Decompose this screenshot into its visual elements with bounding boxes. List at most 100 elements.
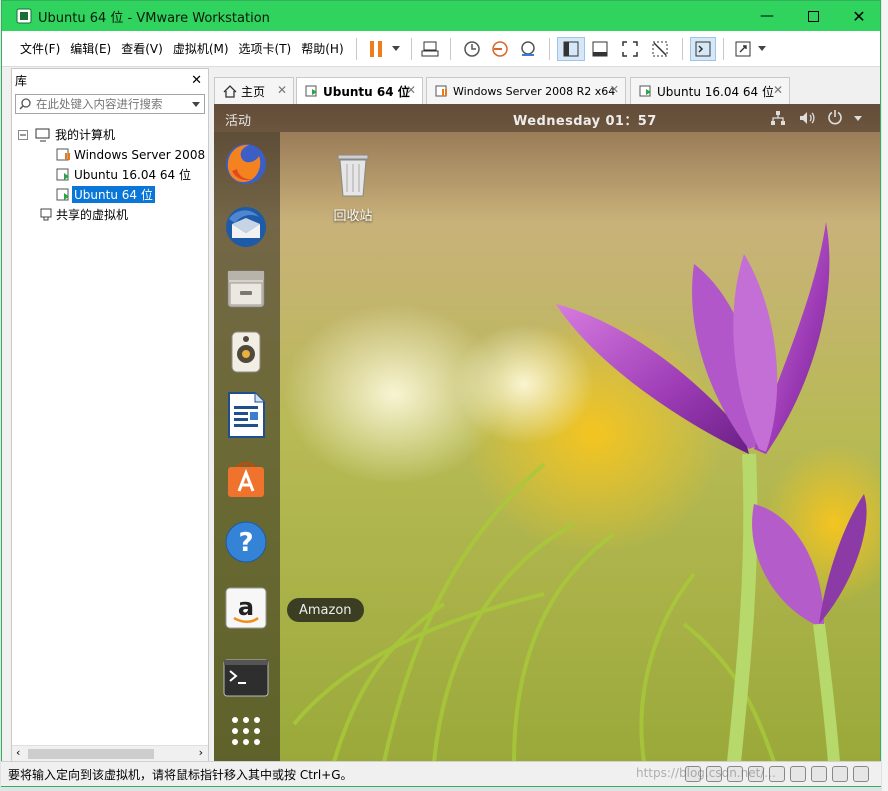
guest-display[interactable]: 活动 Wednesday 01：57 ? a Amazon 回收站 (214, 104, 880, 762)
close-button[interactable]: ✕ (836, 1, 882, 31)
maximize-button[interactable] (790, 1, 836, 31)
power-dropdown[interactable] (388, 37, 404, 61)
dock-terminal[interactable] (222, 654, 270, 702)
power-icon[interactable] (827, 109, 843, 125)
vmware-window: Ubuntu 64 位 - VMware Workstation — ✕ 文件(… (1, 0, 881, 787)
tree-label: Ubuntu 64 位 (72, 186, 155, 203)
dock-rhythmbox[interactable] (222, 328, 270, 376)
dock-writer[interactable] (222, 391, 270, 439)
software-center-icon (228, 462, 264, 497)
desktop-trash[interactable]: 回收站 (318, 149, 388, 224)
tab-ubuntu-1604[interactable]: Ubuntu 16.04 64 位 ✕ (630, 77, 790, 104)
trash-icon (337, 154, 369, 197)
menu-help[interactable]: 帮助(H) (296, 40, 348, 57)
tree-vm-windows-server[interactable]: Windows Server 2008 (56, 145, 207, 164)
library-header: 库 ✕ (12, 69, 208, 91)
console-view-button[interactable] (689, 36, 716, 61)
tab-windows-server[interactable]: Windows Server 2008 R2 x64 ✕ (426, 77, 626, 104)
activities-button[interactable]: 活动 (225, 110, 251, 129)
search-dropdown-icon[interactable] (192, 101, 200, 107)
snapshot-manager-button[interactable] (514, 37, 542, 61)
message-log-icon[interactable] (853, 766, 869, 782)
unity-button[interactable] (645, 37, 675, 61)
volume-icon[interactable] (798, 110, 816, 126)
clock[interactable]: Wednesday 01：57 (513, 110, 657, 129)
dock-firefox[interactable] (222, 140, 270, 188)
library-horizontal-scrollbar[interactable]: ‹ › (12, 745, 208, 761)
close-tab-icon[interactable]: ✕ (277, 83, 287, 97)
pause-button[interactable] (364, 37, 388, 61)
printer-icon[interactable] (811, 766, 827, 782)
dock-thunderbird[interactable] (222, 203, 270, 251)
toolbar-separator (355, 37, 357, 60)
show-library-button[interactable] (556, 36, 585, 61)
full-screen-button[interactable] (615, 37, 645, 61)
menu-vm[interactable]: 虚拟机(M) (168, 40, 234, 57)
tab-label: Ubuntu 16.04 64 位 (657, 84, 774, 99)
vm-icon (56, 168, 69, 180)
tab-home[interactable]: 主页 ✕ (214, 77, 294, 104)
dock-software-center[interactable] (222, 454, 270, 502)
system-menu-chevron-icon[interactable] (854, 116, 862, 121)
snapshot-manager-icon (520, 40, 535, 56)
computer-icon (35, 128, 50, 141)
toolbar-separator (449, 37, 451, 60)
dock-show-applications[interactable] (222, 707, 270, 755)
sound-card-icon[interactable] (790, 766, 806, 782)
thumbnail-bar-button[interactable] (585, 37, 615, 61)
menu-view[interactable]: 查看(V) (116, 40, 168, 57)
dock-amazon[interactable]: a (222, 584, 270, 632)
home-icon (223, 84, 237, 98)
window-title: Ubuntu 64 位 - VMware Workstation (38, 10, 270, 26)
tree-vm-ubuntu-64[interactable]: Ubuntu 64 位 (56, 185, 155, 204)
dock-tooltip: Amazon (287, 598, 364, 622)
menu-tabs[interactable]: 选项卡(T) (234, 40, 297, 57)
ubuntu-dock: ? a (214, 132, 280, 762)
toolbar-separator (548, 37, 550, 60)
tree-shared-vms[interactable]: 共享的虚拟机 (38, 205, 130, 224)
tree-label: 我的计算机 (55, 128, 116, 142)
stretch-guest-button[interactable] (731, 37, 755, 61)
dock-files[interactable] (222, 265, 270, 313)
shared-vm-icon (40, 208, 52, 220)
vm-tab-bar: 主页 ✕ Ubuntu 64 位 ✕ Windows Server 2008 R… (214, 74, 880, 104)
thunderbird-icon (226, 207, 266, 247)
library-close-icon[interactable]: ✕ (191, 73, 202, 88)
desktop-wallpaper (214, 104, 880, 762)
pause-icon (369, 40, 382, 57)
stretch-dropdown[interactable] (755, 37, 769, 61)
menu-file[interactable]: 文件(F) (15, 40, 65, 57)
network-icon[interactable] (770, 110, 786, 126)
send-ctrl-alt-del-button[interactable] (419, 37, 443, 61)
dock-help[interactable]: ? (222, 518, 270, 566)
amazon-icon: a (225, 587, 267, 629)
app-grid-icon (232, 717, 260, 745)
rhythmbox-icon (231, 331, 261, 373)
menu-edit[interactable]: 编辑(E) (65, 40, 116, 57)
close-tab-icon[interactable]: ✕ (773, 83, 783, 97)
library-view-icon (563, 41, 579, 56)
toolbar-separator (410, 37, 412, 60)
svg-text:a: a (238, 593, 254, 621)
close-tab-icon[interactable]: ✕ (610, 83, 619, 96)
tab-ubuntu-64[interactable]: Ubuntu 64 位 ✕ (296, 77, 423, 104)
close-icon: ✕ (852, 6, 866, 26)
menu-toolbar: 文件(F) 编辑(E) 查看(V) 虚拟机(M) 选项卡(T) 帮助(H) (2, 31, 880, 67)
search-icon (19, 98, 31, 110)
files-icon (227, 270, 265, 308)
scroll-right-icon[interactable]: › (199, 746, 203, 759)
scrollbar-thumb[interactable] (28, 749, 154, 759)
revert-snapshot-button[interactable] (486, 37, 514, 61)
scroll-left-icon[interactable]: ‹ (16, 746, 20, 759)
tree-label: Ubuntu 16.04 64 位 (74, 168, 191, 182)
library-search-input[interactable] (36, 97, 192, 111)
close-tab-icon[interactable]: ✕ (406, 83, 416, 97)
collapse-icon[interactable] (18, 129, 28, 140)
minimize-icon: — (760, 8, 774, 24)
tree-vm-ubuntu-1604[interactable]: Ubuntu 16.04 64 位 (56, 165, 193, 184)
snapshot-button[interactable] (458, 37, 486, 61)
title-bar[interactable]: Ubuntu 64 位 - VMware Workstation — ✕ (2, 1, 880, 31)
display-icon[interactable] (832, 766, 848, 782)
minimize-button[interactable]: — (744, 1, 790, 31)
tree-my-computer[interactable]: 我的计算机 (18, 125, 117, 144)
